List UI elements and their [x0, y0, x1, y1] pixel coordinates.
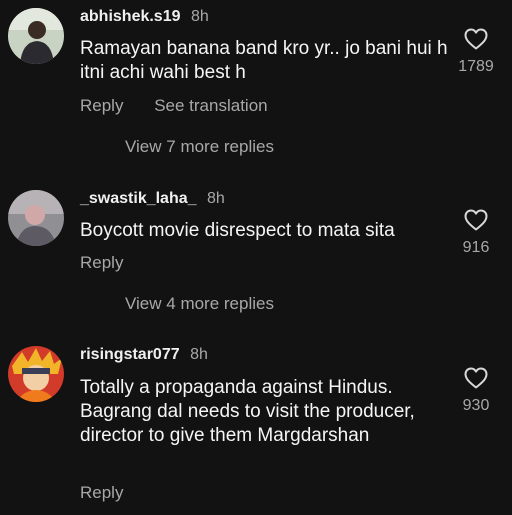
see-translation-button[interactable]: See translation — [154, 96, 267, 115]
like-count: 1789 — [458, 58, 494, 75]
view-more-replies-button[interactable]: View 4 more replies — [125, 293, 274, 315]
heart-outline-icon[interactable] — [450, 367, 502, 389]
avatar[interactable] — [8, 190, 64, 246]
heart-outline-icon[interactable] — [450, 28, 502, 50]
comment-header: risingstar077 8h — [80, 345, 208, 365]
comment-header: _swastik_laha_ 8h — [80, 189, 225, 209]
like-control: 916 — [450, 209, 502, 257]
comment-text: Boycott movie disrespect to mata sita — [80, 220, 395, 241]
like-count: 930 — [462, 397, 490, 414]
timestamp: 8h — [206, 190, 225, 207]
username[interactable]: risingstar077 — [80, 346, 180, 363]
reply-button[interactable]: Reply — [80, 96, 123, 115]
comment-actions: Reply — [80, 482, 123, 504]
like-control: 930 — [450, 367, 502, 415]
avatar[interactable] — [8, 346, 64, 402]
like-control: 1789 — [450, 28, 502, 76]
reply-button[interactable]: Reply — [80, 253, 123, 272]
username[interactable]: _swastik_laha_ — [80, 190, 197, 207]
avatar[interactable] — [8, 8, 64, 64]
view-more-replies-button[interactable]: View 7 more replies — [125, 136, 274, 158]
comment-text: Totally a propaganda against Hindus. Bag… — [80, 377, 415, 446]
comment-header: abhishek.s19 8h — [80, 7, 209, 27]
comment-actions: Reply See translation — [80, 95, 268, 117]
timestamp: 8h — [190, 346, 208, 363]
comment-actions: Reply — [80, 252, 123, 274]
timestamp: 8h — [190, 8, 209, 25]
comment-text: Ramayan banana band kro yr.. jo bani hui… — [80, 38, 448, 83]
heart-outline-icon[interactable] — [450, 209, 502, 231]
username[interactable]: abhishek.s19 — [80, 8, 181, 25]
like-count: 916 — [462, 239, 490, 256]
reply-button[interactable]: Reply — [80, 483, 123, 502]
